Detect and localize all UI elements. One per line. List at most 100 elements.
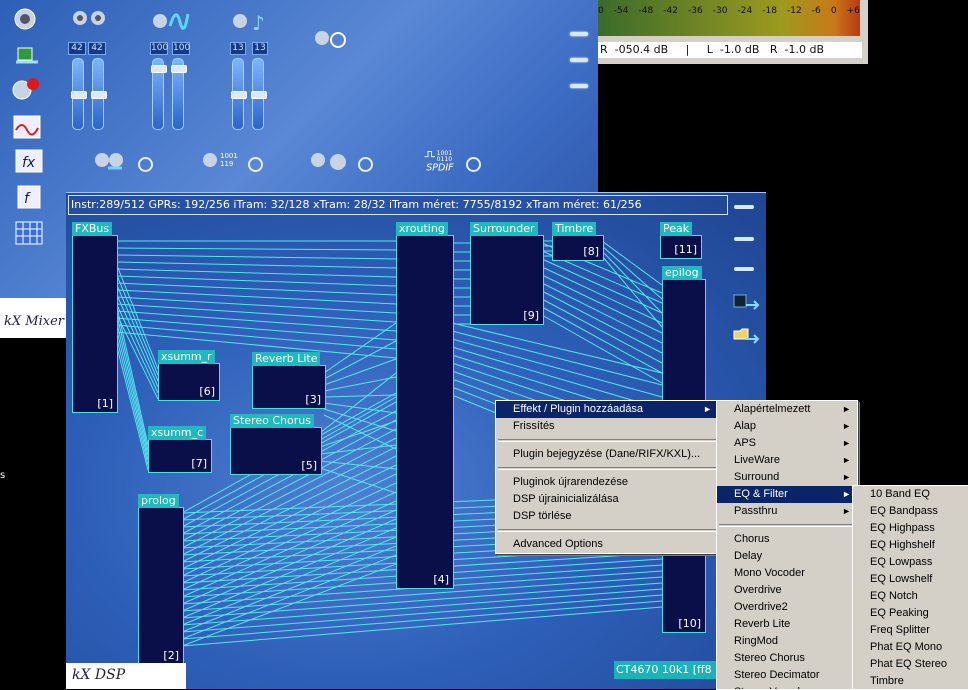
menu-item[interactable]: Delay — [717, 548, 857, 565]
plugin-xsumm-c[interactable]: xsumm_c [7] — [148, 426, 212, 473]
menu-item[interactable]: RingMod — [717, 633, 857, 650]
plugin-title: Stereo Chorus — [230, 414, 314, 428]
menu-item[interactable]: Stereo Vocoder — [717, 684, 857, 689]
fader-master-right[interactable] — [91, 58, 107, 130]
fader-wave-left[interactable] — [151, 58, 167, 130]
plugin-stereo-chorus[interactable]: Stereo Chorus [5] — [230, 414, 322, 475]
menu-item-label: Delay — [734, 550, 763, 562]
fader-synth-right[interactable] — [251, 58, 267, 130]
menu-item[interactable]: EQ Lowpass — [853, 554, 968, 571]
fader-wave-right[interactable] — [171, 58, 187, 130]
save-icon[interactable] — [732, 293, 760, 313]
menu-item[interactable]: Freq Splitter — [853, 622, 968, 639]
plugin-index: [11] — [674, 243, 697, 256]
plugin-xsumm-r[interactable]: xsumm_r [6] — [158, 350, 220, 401]
menu-item[interactable]: EQ Bandpass — [853, 503, 968, 520]
menu-item[interactable]: 10 Band EQ — [853, 486, 968, 503]
menu-item-label: EQ Highshelf — [870, 539, 935, 551]
fader-knob[interactable] — [151, 65, 167, 73]
record-icon[interactable] — [10, 76, 40, 102]
menu-item[interactable]: Surround ► — [717, 469, 857, 486]
vu-tick-label: 0 — [598, 6, 604, 16]
menu-item[interactable]: Alapértelmezett ► — [717, 401, 857, 418]
plugin-timbre[interactable]: Timbre [8] — [552, 222, 604, 261]
menu-item-label: Effekt / Plugin hozzáadása — [513, 403, 644, 415]
menu-item[interactable]: Timbre — [853, 673, 968, 689]
fader-knob[interactable] — [91, 91, 107, 99]
spdif-icon[interactable]: 1001 0110 SPDIF — [420, 148, 462, 174]
menu-item-label: LiveWare — [734, 454, 781, 466]
toggle-ring[interactable] — [248, 157, 263, 172]
plugin-xrouting[interactable]: xrouting [4] — [396, 222, 454, 589]
grid-icon[interactable] — [14, 220, 44, 246]
vu-tick-label: -6 — [811, 6, 821, 16]
menu-item[interactable]: Alap ► — [717, 418, 857, 435]
menu-item[interactable]: Mono Vocoder — [717, 565, 857, 582]
menu-item[interactable]: Overdrive2 — [717, 599, 857, 616]
menu-item[interactable]: EQ Highshelf — [853, 537, 968, 554]
input-routing-icon[interactable] — [92, 148, 132, 174]
fader-knob[interactable] — [231, 91, 247, 99]
toggle-ring[interactable] — [138, 157, 153, 172]
menu-item[interactable]: EQ Lowshelf — [853, 571, 968, 588]
menu-item[interactable]: DSP újrainicializálása — [496, 491, 718, 508]
menu-item-label: EQ Lowshelf — [870, 573, 933, 585]
menu-item[interactable]: DSP törlése — [496, 508, 718, 525]
svg-text:1001: 1001 — [220, 152, 238, 160]
menu-item[interactable]: Advanced Options — [496, 536, 718, 553]
menu-item[interactable]: EQ Notch — [853, 588, 968, 605]
menu-item[interactable]: Phat EQ Mono — [853, 639, 968, 656]
menu-item[interactable]: LiveWare ► — [717, 452, 857, 469]
plugin-fxbus[interactable]: FXBus [1] — [72, 222, 118, 413]
wire — [115, 289, 397, 305]
menu-item-label: Overdrive — [734, 584, 782, 596]
wire — [115, 296, 397, 314]
menu-button[interactable] — [570, 32, 588, 36]
menu-item[interactable]: Chorus — [717, 531, 857, 548]
digital-input-icon[interactable]: 1001 119 — [200, 148, 240, 174]
plugin-prolog[interactable]: prolog [2] — [138, 494, 184, 665]
menu-item[interactable]: EQ Highpass — [853, 520, 968, 537]
routing-icon[interactable] — [12, 42, 42, 68]
fader-master-left[interactable] — [71, 58, 87, 130]
menu-item[interactable]: Phat EQ Stereo — [853, 656, 968, 673]
fader-knob[interactable] — [171, 65, 187, 73]
menu-item[interactable]: Stereo Chorus — [717, 650, 857, 667]
level-left-2: 100 — [150, 42, 169, 55]
dsp-menu-button[interactable] — [734, 205, 754, 209]
headphone-routing-icon[interactable] — [308, 148, 354, 174]
kx-mixer-logo: kX Mixer — [0, 298, 70, 338]
speaker-settings-icon[interactable] — [10, 6, 40, 32]
fader-knob[interactable] — [251, 91, 267, 99]
menu-item[interactable]: Effekt / Plugin hozzáadása ► — [496, 401, 718, 418]
plugin-title: xsumm_c — [148, 426, 207, 440]
menu-item[interactable]: EQ & Filter ► — [717, 486, 857, 503]
fx-icon[interactable]: fx — [14, 148, 44, 174]
function-icon[interactable]: f — [14, 184, 44, 210]
vu-tick-label: -54 — [613, 6, 629, 16]
menu-button[interactable] — [570, 84, 588, 88]
wire — [601, 250, 663, 314]
speaker-mute-icon[interactable] — [310, 26, 350, 52]
fader-synth-left[interactable] — [231, 58, 247, 130]
menu-item[interactable]: Frissítés — [496, 418, 718, 435]
menu-item[interactable]: Reverb Lite — [717, 616, 857, 633]
menu-item[interactable]: Pluginok újrarendezése — [496, 474, 718, 491]
toggle-ring[interactable] — [466, 157, 481, 172]
plugin-reverb-lite[interactable]: Reverb Lite [3] — [252, 352, 326, 409]
dsp-menu-button[interactable] — [734, 237, 754, 241]
dsp-menu-button[interactable] — [734, 267, 754, 271]
menu-item[interactable]: Stereo Decimator — [717, 667, 857, 684]
fader-knob[interactable] — [71, 91, 87, 99]
ac97-icon[interactable] — [12, 114, 42, 140]
menu-button[interactable] — [570, 58, 588, 62]
menu-item[interactable]: Plugin bejegyzése (Dane/RIFX/KXL)... — [496, 446, 718, 463]
toggle-ring[interactable] — [358, 157, 373, 172]
menu-item[interactable]: Overdrive — [717, 582, 857, 599]
open-icon[interactable] — [732, 325, 760, 345]
menu-item[interactable]: APS ► — [717, 435, 857, 452]
menu-item[interactable]: EQ Peaking — [853, 605, 968, 622]
menu-item[interactable]: Passthru ► — [717, 503, 857, 520]
plugin-surrounder[interactable]: Surrounder [9] — [470, 222, 544, 325]
plugin-peak[interactable]: Peak [11] — [660, 222, 702, 259]
